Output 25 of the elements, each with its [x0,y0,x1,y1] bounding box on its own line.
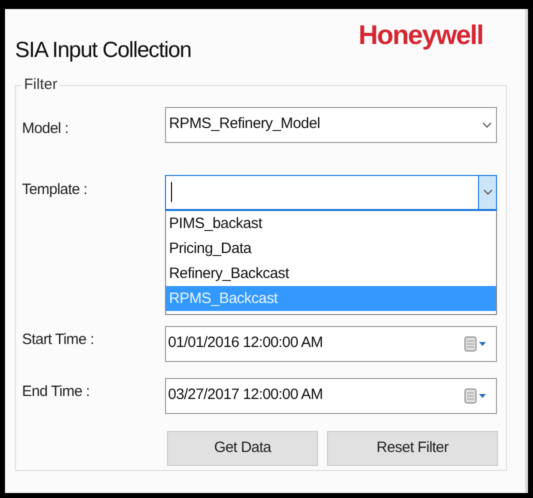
dropdown-option[interactable]: Pricing_Data [166,236,496,260]
dropdown-field[interactable] [165,174,497,210]
action-button[interactable]: Reset Filter [327,430,498,466]
field-label: Model : [22,119,70,140]
field-value: 01/01/2016 12:00:00 AM [167,333,324,354]
calendar-dropdown-icon[interactable] [464,388,488,404]
dropdown-option[interactable]: Refinery_Backcast [166,260,496,286]
calendar-dropdown-icon[interactable] [464,336,488,352]
field-label: End Time : [22,382,91,402]
logo: Honeywell [358,19,483,52]
text-cursor [171,182,172,202]
window-title: SIA Input Collection [15,36,192,64]
action-button[interactable]: Get Data [167,430,318,466]
date-time-field[interactable]: 03/27/2017 12:00:00 AM [165,378,497,414]
field-value: RPMS_Refinery_Model [168,114,322,134]
field-label: Template : [22,180,88,200]
chevron-down-icon [482,189,492,195]
dropdown-field[interactable]: RPMS_Refinery_Model [165,106,497,142]
group-label: Filter [23,75,58,95]
field-label: Start Time : [22,330,95,350]
chevron-down-icon [482,122,492,128]
field-value: 03/27/2017 12:00:00 AM [167,385,324,406]
dropdown-arrow-button[interactable] [478,176,496,208]
date-time-field[interactable]: 01/01/2016 12:00:00 AM [165,326,497,362]
dropdown-option[interactable]: PIMS_backast [166,210,496,236]
